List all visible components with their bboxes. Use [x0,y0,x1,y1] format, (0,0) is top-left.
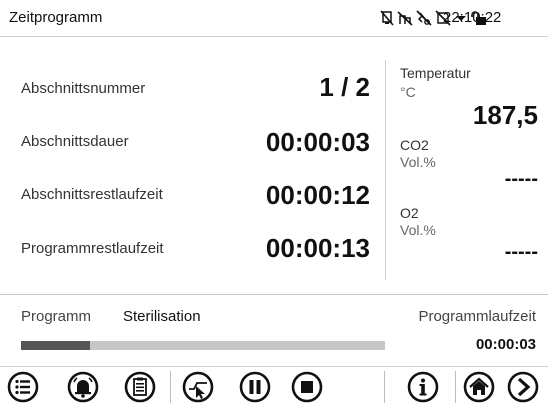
program-runtime-value: 00:00:03 [475,336,536,353]
segment-number-label: Abschnittsnummer [21,80,146,97]
program-progress-bar [21,341,385,350]
temperature-value: 187,5 [472,100,538,130]
title-bar: Zeitprogramm 22:10:22 [0,0,548,37]
no-network-icon [397,11,413,26]
program-remaining-label: Programmrestlaufzeit [21,240,164,257]
segment-duration-value: 00:00:03 [265,127,370,157]
pause-icon[interactable] [238,370,272,404]
segment-duration-label: Abschnittsdauer [21,133,129,150]
toolbar-separator [170,371,171,403]
o2-value: ----- [504,241,538,263]
segment-number-value: 1 / 2 [319,72,370,102]
program-remaining-value: 00:00:13 [265,233,370,263]
temperature-unit: °C [400,84,416,100]
toolbar-separator [384,371,385,403]
next-icon[interactable] [506,370,540,404]
program-runtime-label: Programmlaufzeit [418,308,536,325]
program-status-area: Programm Sterilisation Programmlaufzeit … [0,295,548,364]
toolbar-separator [455,371,456,403]
home-icon[interactable] [462,370,496,404]
no-usb-icon [416,10,432,26]
segment-remaining-label: Abschnittsrestlaufzeit [21,186,163,203]
o2-unit: Vol.% [400,222,436,238]
temperature-label: Temperatur [400,65,471,81]
program-progress-fill [21,341,91,350]
program-start-icon[interactable] [181,370,215,404]
vertical-divider [385,60,386,280]
alarm-bell-icon[interactable] [66,370,100,404]
program-name: Sterilisation [123,308,201,325]
bottom-toolbar [0,366,548,405]
co2-unit: Vol.% [400,154,436,170]
page-title: Zeitprogramm [9,9,103,26]
co2-value: ----- [504,168,538,190]
program-label: Programm [21,308,92,325]
no-alarm-icon [380,10,394,26]
o2-label: O2 [400,205,419,221]
co2-label: CO2 [400,137,429,153]
info-icon[interactable] [406,370,440,404]
segment-remaining-value: 00:00:12 [265,180,370,210]
menu-icon[interactable] [6,370,40,404]
stop-icon[interactable] [290,370,324,404]
clipboard-icon[interactable] [123,370,157,404]
clock: 22:10:22 [443,9,502,26]
